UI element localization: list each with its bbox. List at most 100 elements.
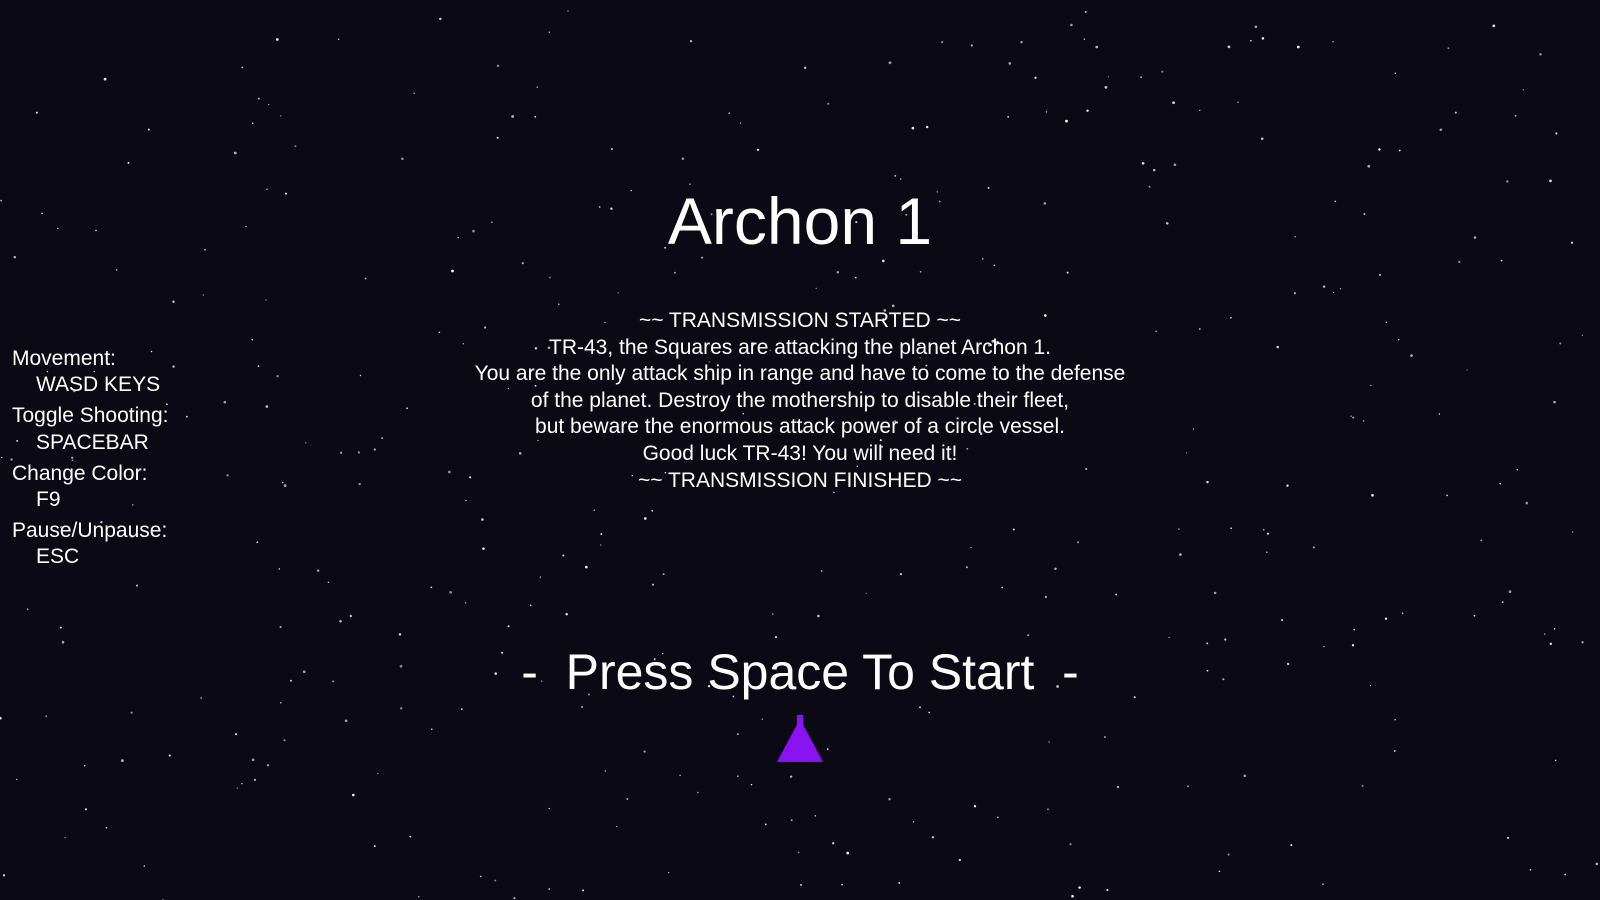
star <box>1353 628 1356 631</box>
star <box>1048 741 1050 743</box>
star <box>888 798 891 801</box>
star <box>736 775 739 778</box>
star <box>1045 111 1048 113</box>
star <box>772 613 774 615</box>
control-key: WASD KEYS <box>36 373 161 397</box>
star <box>1084 10 1087 13</box>
star <box>278 568 281 570</box>
star <box>1095 45 1098 49</box>
star <box>279 115 282 117</box>
star <box>970 546 972 549</box>
star <box>1410 354 1413 357</box>
transmission-line: but beware the enormous attack power of … <box>535 415 1065 439</box>
star <box>841 883 843 886</box>
star <box>1152 168 1156 172</box>
star <box>1398 149 1401 152</box>
star <box>202 294 204 296</box>
star <box>643 517 647 520</box>
star <box>283 739 286 742</box>
star <box>1555 132 1558 135</box>
star <box>339 451 343 454</box>
star <box>257 365 260 367</box>
star <box>1439 128 1443 131</box>
star <box>377 772 379 775</box>
star <box>265 299 267 301</box>
game-screen[interactable]: Archon 1 ~~ TRANSMISSION STARTED ~~ TR-4… <box>0 0 1600 900</box>
star <box>797 851 800 854</box>
star <box>241 782 243 785</box>
star <box>83 764 86 767</box>
star <box>1322 883 1324 886</box>
star <box>1218 870 1221 873</box>
star <box>790 775 793 778</box>
star <box>401 157 404 161</box>
star <box>1266 532 1270 535</box>
star <box>534 115 537 118</box>
control-label: Toggle Shooting: <box>12 404 169 428</box>
star <box>507 625 510 628</box>
star <box>681 157 685 161</box>
star <box>1047 808 1049 811</box>
star <box>580 705 584 709</box>
control-toggle-shooting: Toggle Shooting: SPACEBAR <box>12 403 168 455</box>
star <box>1480 539 1483 542</box>
star <box>900 178 902 180</box>
star <box>882 259 885 263</box>
star <box>600 532 603 536</box>
star <box>223 400 227 404</box>
star <box>1076 541 1080 544</box>
star <box>1549 179 1552 183</box>
star <box>439 17 442 21</box>
star <box>548 888 551 890</box>
star <box>774 635 778 639</box>
star <box>756 148 760 151</box>
star <box>168 754 171 757</box>
star <box>373 448 376 451</box>
star <box>241 66 244 69</box>
star <box>1438 413 1441 415</box>
star <box>790 819 793 822</box>
star <box>1266 551 1268 553</box>
star <box>865 592 867 595</box>
star <box>352 793 355 797</box>
star <box>481 518 484 521</box>
star <box>1553 401 1556 404</box>
start-prompt[interactable]: - Press Space To Start - <box>0 643 1600 701</box>
star <box>494 879 497 882</box>
star <box>1352 416 1355 419</box>
star <box>1522 89 1524 91</box>
star <box>736 733 739 736</box>
transmission-line: TR-43, the Squares are attacking the pla… <box>549 335 1051 359</box>
star <box>1187 785 1190 788</box>
transmission-line: of the planet. Destroy the mothership to… <box>530 388 1070 412</box>
star <box>1206 480 1209 484</box>
star <box>1178 528 1180 530</box>
star <box>1539 53 1542 56</box>
star <box>281 481 284 484</box>
star <box>973 805 977 808</box>
star <box>1066 271 1069 274</box>
star <box>827 102 830 105</box>
star <box>1544 633 1546 635</box>
star <box>1500 259 1503 262</box>
star <box>431 728 433 730</box>
star <box>1367 164 1371 168</box>
star <box>616 825 618 828</box>
star <box>449 591 452 594</box>
star <box>651 583 655 586</box>
control-key: ESC <box>36 545 80 569</box>
game-title: Archon 1 <box>667 184 933 258</box>
star <box>1394 72 1397 74</box>
star <box>115 269 118 271</box>
star <box>339 619 342 623</box>
star <box>1083 38 1086 40</box>
player-ship-icon[interactable] <box>776 715 824 763</box>
transmission-line: You are the only attack ship in range an… <box>474 362 1126 386</box>
star <box>479 875 482 878</box>
star <box>1199 109 1201 111</box>
star <box>358 482 361 486</box>
star <box>233 151 237 155</box>
star <box>465 499 467 502</box>
star <box>1393 750 1396 752</box>
star <box>600 544 602 546</box>
